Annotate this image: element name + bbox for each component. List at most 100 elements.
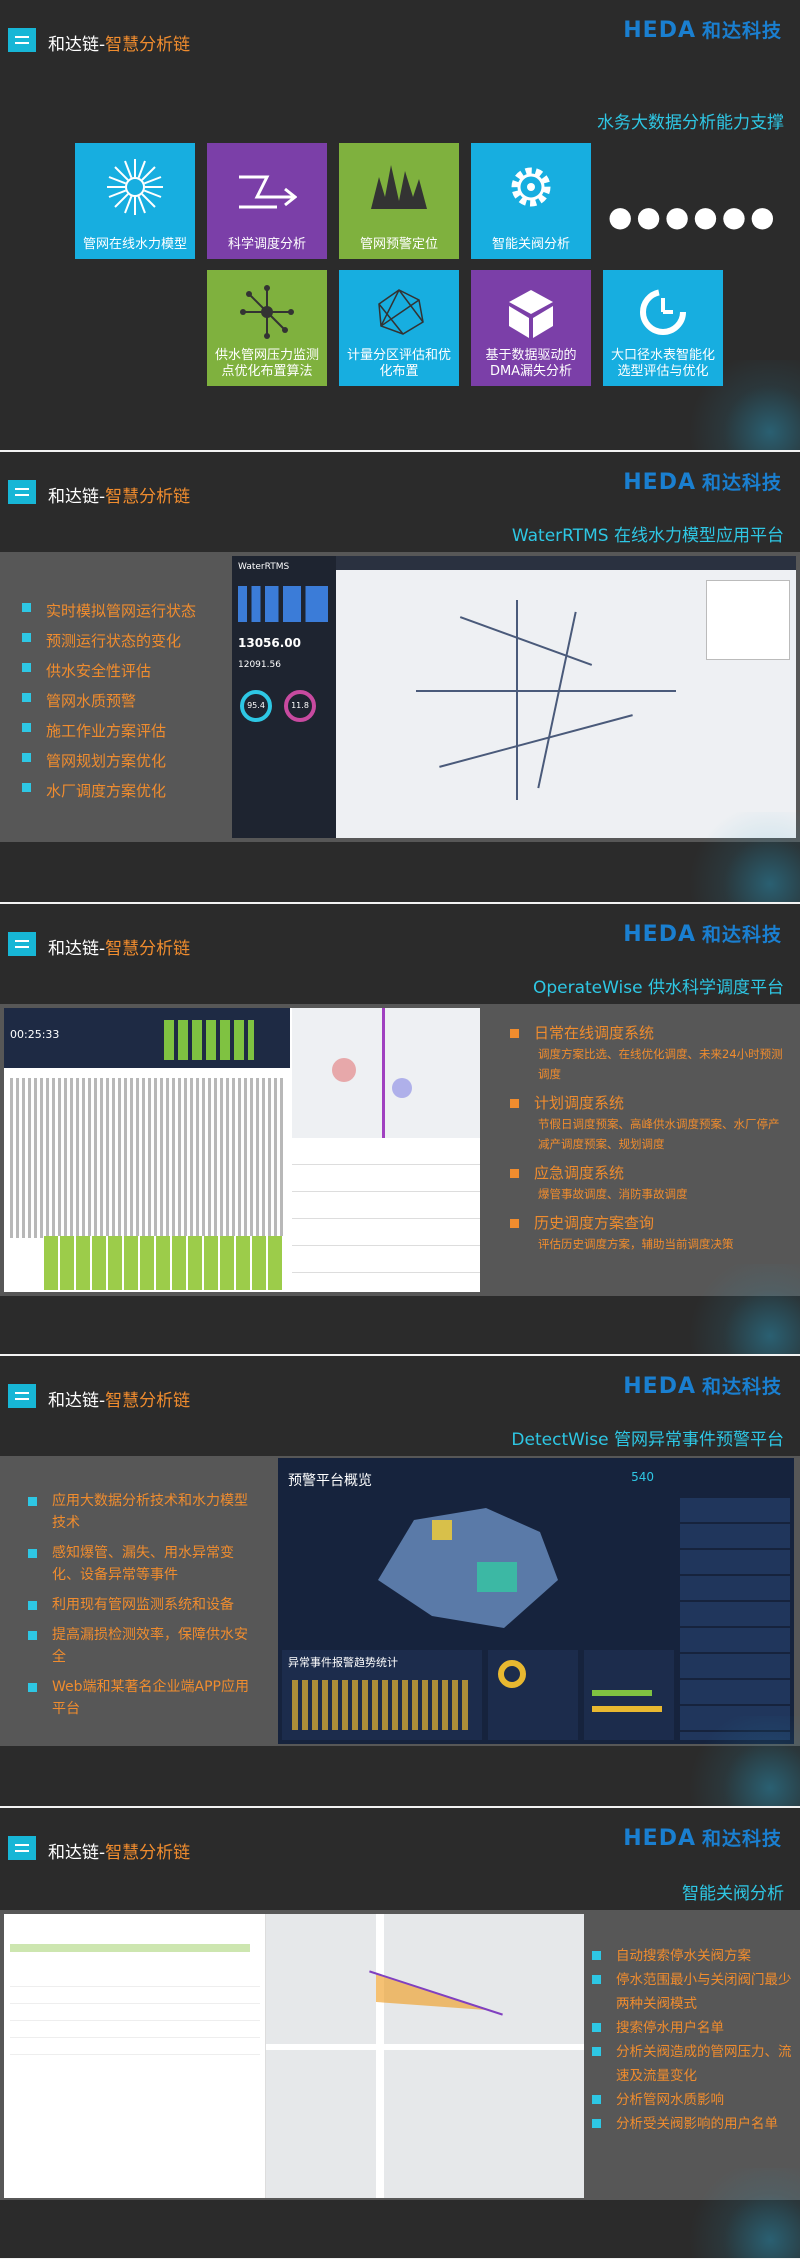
section-icon [8, 1836, 36, 1860]
heda-logo: HEDA 和达科技 [623, 1826, 782, 1851]
clock: 00:25:33 [10, 1028, 60, 1041]
stats-sidebar: WaterRTMS 13056.00 12091.56 95.4 11.8 [232, 556, 336, 838]
operatewise-screenshot: 00:25:33 [4, 1008, 480, 1292]
chart-title: 异常事件报警趋势统计 [288, 1656, 398, 1669]
status-grid [164, 1020, 254, 1060]
slide-capabilities: 和达链-智慧分析链 HEDA 和达科技 水务大数据分析能力支撑 管网在线水力模型 … [0, 0, 800, 450]
heda-logo: HEDA 和达科技 [623, 922, 782, 947]
stat-value: 13056.00 [238, 636, 302, 650]
list-item: 搜索停水用户名单 [592, 2016, 794, 2040]
timer-icon [640, 289, 686, 335]
tile-valve: 智能关阀分析 [471, 143, 591, 259]
list-item: 感知爆管、漏失、用水异常变化、设备异常等事件 [28, 1542, 258, 1586]
list-item: 预测运行状态的变化 [22, 626, 196, 656]
heat-grid [292, 1680, 472, 1730]
burst-icon [107, 159, 163, 215]
slide-title: 和达链-智慧分析链 [48, 1391, 191, 1411]
section-icon [8, 480, 36, 504]
tile-meter-selection: 大口径水表智能化选型评估与优化 [603, 270, 723, 386]
section-icon [8, 1384, 36, 1408]
slide-subtitle: WaterRTMS 在线水力模型应用平台 [511, 526, 784, 546]
list-item: 提高漏损检测效率，保障供水安全 [28, 1624, 258, 1668]
slide-detectwise: 和达链-智慧分析链 HEDA 和达科技 DetectWise 管网异常事件预警平台… [0, 1356, 800, 1806]
list-item: 实时模拟管网运行状态 [22, 596, 196, 626]
valve-table [4, 1914, 266, 2198]
trend-charts [10, 1078, 286, 1238]
tile-metering: 计量分区评估和优化布置 [339, 270, 459, 386]
tile-scheduling: 科学调度分析 [207, 143, 327, 259]
list-item: 应用大数据分析技术和水力模型技术 [28, 1490, 258, 1534]
heda-logo: HEDA 和达科技 [623, 1374, 782, 1399]
list-item: 水厂调度方案优化 [22, 776, 196, 806]
section-icon [8, 932, 36, 956]
content-panel: 自动搜索停水关阀方案 停水范围最小与关闭阀门最少两种关阀模式 搜索停水用户名单 … [0, 1910, 800, 2200]
stat-value: 12091.56 [238, 660, 281, 670]
valve-screenshot [4, 1914, 584, 2198]
feature-list: 日常在线调度系统 调度方案比选、在线优化调度、未来24小时预测调度 计划调度系统… [510, 1022, 790, 1254]
list-item: 应急调度系统 爆管事故调度、消防事故调度 [510, 1162, 790, 1204]
list-item: 自动搜索停水关阀方案 [592, 1944, 794, 1968]
gear-icon [511, 167, 551, 207]
list-item: 管网水质预警 [22, 686, 196, 716]
cube-icon [509, 290, 553, 338]
heda-logo: HEDA 和达科技 [623, 470, 782, 495]
district-map [378, 1508, 558, 1628]
tile-dma: 基于数据驱动的DMA漏失分析 [471, 270, 591, 386]
slide-title: 和达链-智慧分析链 [48, 35, 191, 55]
list-item: 日常在线调度系统 调度方案比选、在线优化调度、未来24小时预测调度 [510, 1022, 790, 1084]
more-dots: ●●●●●● [608, 200, 779, 233]
network-icon [240, 285, 294, 339]
feature-list: 自动搜索停水关阀方案 停水范围最小与关闭阀门最少两种关阀模式 搜索停水用户名单 … [592, 1944, 794, 2136]
content-panel: 应用大数据分析技术和水力模型技术 感知爆管、漏失、用水异常变化、设备异常等事件 … [0, 1456, 800, 1746]
tile-hydraulic-model: 管网在线水力模型 [75, 143, 195, 259]
slide-subtitle: 智能关阀分析 [682, 1884, 784, 1904]
schedule-grid [44, 1236, 284, 1290]
content-panel: 实时模拟管网运行状态 预测运行状态的变化 供水安全性评估 管网水质预警 施工作业… [0, 552, 800, 842]
list-item: Web端和某著名企业端APP应用平台 [28, 1676, 258, 1720]
list-item: 停水范围最小与关闭阀门最少两种关阀模式 [592, 1968, 794, 2016]
gauge: 11.8 [284, 690, 316, 722]
top-nav [336, 556, 796, 570]
list-item: 分析管网水质影响 [592, 2088, 794, 2112]
slide-title: 和达链-智慧分析链 [48, 939, 191, 959]
wave-icon [371, 165, 427, 209]
bar-chart [238, 586, 328, 622]
slide-valve-analysis: 和达链-智慧分析链 HEDA 和达科技 智能关阀分析 自动搜索停水关阀方案 停水范… [0, 1808, 800, 2258]
content-panel: 00:25:33 日常在线调度系统 调度方案比选、在线优化调度、未来24小时预测… [0, 1004, 800, 1296]
slide-waterrtms: 和达链-智慧分析链 HEDA 和达科技 WaterRTMS 在线水力模型应用平台 … [0, 452, 800, 902]
detectwise-screenshot: 预警平台概览 540 异常事件报警趋势统计 [278, 1458, 794, 1744]
section-icon [8, 28, 36, 52]
slide-subtitle: OperateWise 供水科学调度平台 [532, 978, 784, 998]
tile-warning: 管网预警定位 [339, 143, 459, 259]
list-item: 分析关阀造成的管网压力、流速及流量变化 [592, 2040, 794, 2088]
event-count: 540 [631, 1470, 654, 1484]
list-item: 历史调度方案查询 评估历史调度方案，辅助当前调度决策 [510, 1212, 790, 1254]
list-item: 利用现有管网监测系统和设备 [28, 1594, 258, 1616]
list-item: 供水安全性评估 [22, 656, 196, 686]
screen-title: 预警平台概览 [288, 1473, 372, 1489]
slide-title: 和达链-智慧分析链 [48, 487, 191, 507]
map-legend [706, 580, 790, 660]
slide-operatewise: 和达链-智慧分析链 HEDA 和达科技 OperateWise 供水科学调度平台 … [0, 904, 800, 1354]
list-item: 计划调度系统 节假日调度预案、高峰供水调度预案、水厂停产减产调度预案、规划调度 [510, 1092, 790, 1154]
event-list [292, 1138, 480, 1292]
list-item: 管网规划方案优化 [22, 746, 196, 776]
waterrtms-screenshot: WaterRTMS 13056.00 12091.56 95.4 11.8 [232, 556, 796, 838]
app-name: WaterRTMS [238, 562, 290, 572]
schedule-map [292, 1008, 480, 1138]
donut-panel [488, 1650, 578, 1740]
valve-map [266, 1914, 584, 2198]
feature-list: 实时模拟管网运行状态 预测运行状态的变化 供水安全性评估 管网水质预警 施工作业… [22, 596, 196, 806]
list-item: 施工作业方案评估 [22, 716, 196, 746]
city-map [336, 570, 796, 838]
trend-panel: 异常事件报警趋势统计 [282, 1650, 482, 1740]
slide-subtitle: 水务大数据分析能力支撑 [597, 113, 784, 133]
list-item: 分析受关阀影响的用户名单 [592, 2112, 794, 2136]
tile-pressure-points: 供水管网压力监测点优化布置算法 [207, 270, 327, 386]
feature-list: 应用大数据分析技术和水力模型技术 感知爆管、漏失、用水异常变化、设备异常等事件 … [28, 1490, 258, 1720]
heda-logo: HEDA 和达科技 [623, 18, 782, 43]
alarm-list [680, 1498, 790, 1740]
gauge: 95.4 [240, 690, 272, 722]
slide-subtitle: DetectWise 管网异常事件预警平台 [511, 1430, 784, 1450]
progress-panel [584, 1650, 674, 1740]
